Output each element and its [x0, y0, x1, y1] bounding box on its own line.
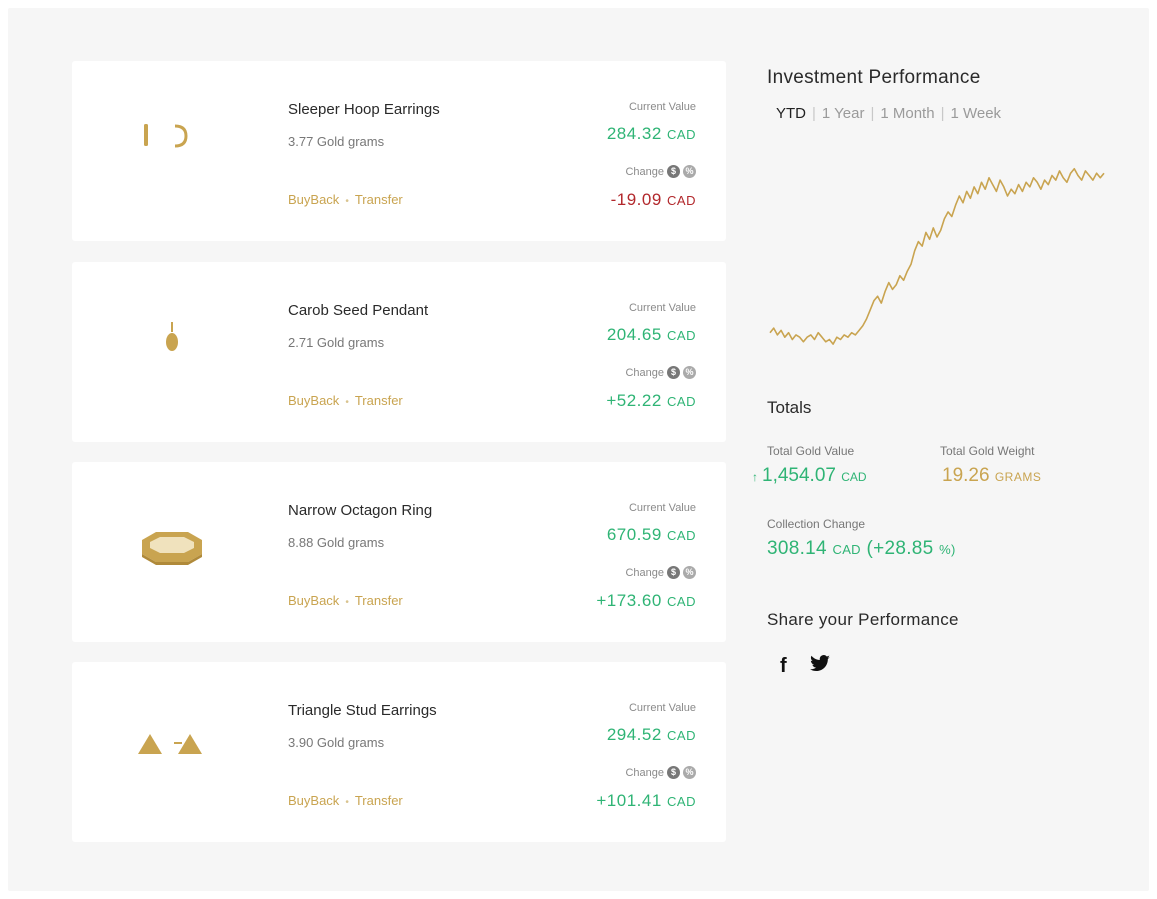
product-card: Carob Seed Pendant 2.71 Gold grams BuyBa… — [72, 262, 726, 442]
current-value: 294.52 CAD — [606, 725, 696, 744]
current-value-label: Current Value — [628, 302, 696, 314]
product-name: Narrow Octagon Ring — [288, 502, 433, 519]
change-label: Change $% — [625, 366, 696, 379]
percent-toggle-icon[interactable]: % — [683, 566, 696, 579]
total-gold-value: ↑ 1,454.07 CAD — [752, 465, 867, 486]
action-separator: • — [345, 196, 349, 207]
total-gold-value-label: Total Gold Value — [767, 444, 855, 458]
change-value: +173.60 CAD — [596, 591, 696, 610]
tab-1-week[interactable]: 1 Week — [950, 105, 1001, 122]
period-tabs: YTD | 1 Year | 1 Month | 1 Week — [776, 105, 1001, 122]
transfer-link[interactable]: Transfer — [355, 593, 403, 608]
performance-title: Investment Performance — [767, 67, 981, 88]
performance-chart — [769, 167, 1105, 345]
share-title: Share your Performance — [767, 610, 959, 629]
product-weight: 3.77 Gold grams — [288, 134, 385, 149]
tab-separator: | — [940, 105, 945, 122]
dollar-toggle-icon[interactable]: $ — [667, 766, 680, 779]
up-arrow-icon: ↑ — [752, 470, 758, 484]
product-weight: 2.71 Gold grams — [288, 335, 385, 350]
transfer-link[interactable]: Transfer — [355, 793, 403, 808]
current-value: 204.65 CAD — [606, 325, 696, 344]
total-gold-weight-label: Total Gold Weight — [940, 444, 1035, 458]
buyback-link[interactable]: BuyBack — [288, 593, 339, 608]
action-separator: • — [345, 397, 349, 408]
change-label: Change $% — [625, 165, 696, 178]
tab-separator: | — [870, 105, 875, 122]
dollar-toggle-icon[interactable]: $ — [667, 165, 680, 178]
current-value-label: Current Value — [628, 702, 696, 714]
twitter-icon[interactable] — [809, 655, 831, 678]
social-share: f — [780, 655, 831, 678]
product-name: Carob Seed Pendant — [288, 302, 429, 319]
product-actions: BuyBack • Transfer — [288, 593, 403, 608]
change-label: Change $% — [625, 566, 696, 579]
transfer-link[interactable]: Transfer — [355, 192, 403, 207]
tab-1-month[interactable]: 1 Month — [880, 105, 934, 122]
percent-toggle-icon[interactable]: % — [683, 766, 696, 779]
product-weight: 8.88 Gold grams — [288, 535, 385, 550]
product-weight: 3.90 Gold grams — [288, 735, 385, 750]
product-name: Sleeper Hoop Earrings — [288, 101, 440, 118]
dollar-toggle-icon[interactable]: $ — [667, 366, 680, 379]
product-card: Narrow Octagon Ring 8.88 Gold grams BuyB… — [72, 462, 726, 642]
product-name: Triangle Stud Earrings — [288, 702, 437, 719]
action-separator: • — [345, 797, 349, 808]
buyback-link[interactable]: BuyBack — [288, 393, 339, 408]
collection-change-label: Collection Change — [767, 517, 866, 531]
buyback-link[interactable]: BuyBack — [288, 192, 339, 207]
product-card: Triangle Stud Earrings 3.90 Gold grams B… — [72, 662, 726, 842]
collection-change-value: 308.14 CAD (+28.85 %) — [767, 538, 956, 559]
percent-toggle-icon[interactable]: % — [683, 165, 696, 178]
total-gold-weight: 19.26 GRAMS — [942, 465, 1042, 486]
tab-ytd[interactable]: YTD — [776, 105, 806, 122]
product-card: Sleeper Hoop Earrings 3.77 Gold grams Bu… — [72, 61, 726, 241]
percent-toggle-icon[interactable]: % — [683, 366, 696, 379]
tab-1-year[interactable]: 1 Year — [822, 105, 865, 122]
change-value: -19.09 CAD — [610, 190, 696, 209]
tab-separator: | — [812, 105, 816, 122]
current-value-label: Current Value — [628, 502, 696, 514]
action-separator: • — [345, 597, 349, 608]
current-value: 670.59 CAD — [606, 525, 696, 544]
totals-title: Totals — [767, 398, 812, 417]
product-actions: BuyBack • Transfer — [288, 793, 403, 808]
change-value: +52.22 CAD — [606, 391, 696, 410]
current-value-label: Current Value — [628, 101, 696, 113]
performance-series-line — [769, 167, 1105, 345]
current-value: 284.32 CAD — [606, 124, 696, 143]
change-label: Change $% — [625, 766, 696, 779]
buyback-link[interactable]: BuyBack — [288, 793, 339, 808]
facebook-icon[interactable]: f — [780, 655, 787, 678]
dollar-toggle-icon[interactable]: $ — [667, 566, 680, 579]
product-actions: BuyBack • Transfer — [288, 393, 403, 408]
change-value: +101.41 CAD — [596, 791, 696, 810]
product-actions: BuyBack • Transfer — [288, 192, 403, 207]
transfer-link[interactable]: Transfer — [355, 393, 403, 408]
